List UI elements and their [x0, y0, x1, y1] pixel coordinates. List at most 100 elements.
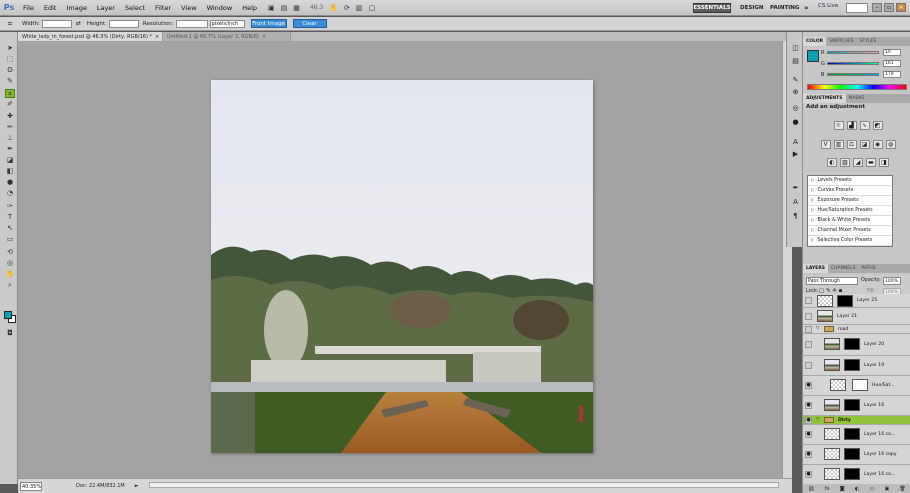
- layer-row-layer-19[interactable]: Layer 19: [803, 356, 910, 376]
- front-image-button[interactable]: Front Image: [250, 19, 287, 28]
- shape-tool-icon[interactable]: ▭: [5, 235, 15, 244]
- lasso-tool-icon[interactable]: ʘ: [5, 66, 15, 75]
- vibrance-icon[interactable]: V: [820, 140, 831, 149]
- curves-icon[interactable]: ∿: [859, 121, 870, 130]
- zoom-tool-icon[interactable]: ⌕: [5, 281, 15, 290]
- cs-live-button[interactable]: CS Live: [818, 3, 838, 9]
- layer-name[interactable]: Layer 16: [864, 403, 884, 408]
- tab-channels[interactable]: CHANNELS: [828, 264, 859, 273]
- levels-icon[interactable]: ▟: [846, 121, 857, 130]
- opacity-input[interactable]: 100%: [883, 277, 901, 285]
- zoom-level-display[interactable]: 46.3: [310, 4, 323, 11]
- history-panel-icon[interactable]: ◫: [791, 44, 800, 53]
- resolution-input[interactable]: [175, 19, 208, 28]
- info-panel-icon[interactable]: ▤: [791, 57, 800, 66]
- tab-styles[interactable]: STYLES: [857, 37, 880, 46]
- status-menu-arrow-icon[interactable]: ►: [135, 483, 139, 489]
- layer-mask-thumbnail[interactable]: [844, 448, 860, 460]
- paragraph-icon[interactable]: ¶: [791, 212, 800, 221]
- width-input[interactable]: [41, 19, 72, 28]
- visibility-toggle-icon[interactable]: [805, 313, 812, 320]
- menu-filter[interactable]: Filter: [150, 4, 176, 12]
- layer-row-layer-25[interactable]: Layer 25: [803, 294, 910, 308]
- visibility-toggle-icon[interactable]: ●: [805, 402, 812, 409]
- arrange-documents-icon[interactable]: ▥: [356, 4, 363, 12]
- brightness-contrast-icon[interactable]: ☼: [833, 121, 844, 130]
- visibility-toggle-icon[interactable]: ●: [805, 431, 812, 438]
- hand-tool-icon[interactable]: ✋: [5, 270, 15, 279]
- preset-curves[interactable]: ▷ Curves Presets: [808, 186, 892, 196]
- document-canvas[interactable]: [211, 80, 593, 453]
- layer-mask-thumbnail[interactable]: [844, 468, 860, 480]
- 3d-orbit-tool-icon[interactable]: ◎: [5, 259, 15, 268]
- layer-style-icon[interactable]: fx: [825, 486, 830, 492]
- visibility-toggle-icon[interactable]: ●: [805, 417, 812, 424]
- swap-icon[interactable]: ⇄: [76, 20, 81, 27]
- layer-name[interactable]: Layer 16 copy: [864, 452, 897, 457]
- mask-panel-icon[interactable]: ●: [791, 118, 800, 127]
- visibility-toggle-icon[interactable]: ●: [805, 471, 812, 478]
- preset-exposure[interactable]: ▷ Exposure Presets: [808, 196, 892, 206]
- layer-group-road[interactable]: ▽ road: [803, 325, 910, 334]
- visibility-toggle-icon[interactable]: [805, 341, 812, 348]
- visibility-toggle-icon[interactable]: ●: [805, 451, 812, 458]
- layer-group-dirty[interactable]: ● ▽ Dirty: [803, 416, 910, 425]
- menu-file[interactable]: File: [18, 4, 39, 12]
- resolution-units-select[interactable]: pixels/inch: [209, 19, 245, 28]
- tool-presets-icon[interactable]: ✒: [791, 184, 800, 193]
- tab-close-icon[interactable]: ×: [262, 34, 266, 40]
- tab-untitled-1[interactable]: Untitled-1 @ 66.7% (Layer 3, RGB/8) ×: [163, 32, 291, 41]
- 3d-rotate-tool-icon[interactable]: ⟲: [5, 248, 15, 257]
- green-slider[interactable]: [827, 62, 879, 65]
- zoom-level-field[interactable]: 40.35%: [20, 481, 42, 491]
- quick-selection-tool-icon[interactable]: ✎: [5, 77, 15, 86]
- maximize-button[interactable]: ▫: [884, 3, 894, 12]
- layer-row-layer-16-copy[interactable]: ● Layer 16 copy: [803, 445, 910, 465]
- tab-adjustments[interactable]: ADJUSTMENTS: [803, 94, 846, 103]
- search-input[interactable]: [846, 3, 868, 13]
- preset-hue-saturation[interactable]: ▷ Hue/Saturation Presets: [808, 206, 892, 216]
- menu-view[interactable]: View: [176, 4, 201, 12]
- bridge-icon[interactable]: ▣: [268, 4, 275, 12]
- new-group-icon[interactable]: ▭: [869, 486, 874, 492]
- delete-layer-icon[interactable]: 🗑: [899, 486, 905, 492]
- hue-saturation-icon[interactable]: ▥: [833, 140, 844, 149]
- mini-bridge-icon[interactable]: ▤: [281, 4, 288, 12]
- tab-paths[interactable]: PATHS: [859, 264, 879, 273]
- navigator-icon[interactable]: ◎: [791, 104, 800, 113]
- tab-white-lady-in-forest[interactable]: White_lady_in_forest.psd @ 46.3% (Dirty,…: [18, 32, 163, 41]
- posterize-icon[interactable]: ▨: [840, 158, 850, 167]
- layer-name[interactable]: Hue/Sat...: [872, 383, 895, 388]
- crop-tool-preset-icon[interactable]: ⌗: [4, 19, 16, 29]
- layer-mask-thumbnail[interactable]: [837, 295, 853, 307]
- view-extras-icon[interactable]: ▦: [293, 4, 300, 12]
- gradient-tool-icon[interactable]: ◧: [5, 167, 15, 176]
- new-adjustment-layer-icon[interactable]: ◐: [855, 486, 859, 492]
- layer-row-layer-16[interactable]: ● Layer 16: [803, 396, 910, 416]
- history-brush-tool-icon[interactable]: ✒: [5, 145, 15, 154]
- path-selection-tool-icon[interactable]: ↖: [5, 224, 15, 233]
- crop-tool-icon[interactable]: ⌗: [5, 89, 15, 98]
- layer-name[interactable]: Layer 16 co...: [864, 472, 895, 477]
- menu-help[interactable]: Help: [237, 4, 262, 12]
- layer-mask-thumbnail[interactable]: [844, 338, 860, 350]
- layer-name[interactable]: Layer 19: [864, 363, 884, 368]
- blue-slider[interactable]: [827, 73, 879, 76]
- layer-row-layer-20[interactable]: Layer 20: [803, 334, 910, 356]
- layer-row-layer-21[interactable]: Layer 21: [803, 308, 910, 325]
- color-spectrum-ramp[interactable]: [807, 84, 907, 90]
- clear-button[interactable]: Clear: [292, 19, 327, 28]
- move-tool-icon[interactable]: ➤: [5, 44, 15, 53]
- menu-image[interactable]: Image: [61, 4, 91, 12]
- menu-select[interactable]: Select: [120, 4, 150, 12]
- dodge-tool-icon[interactable]: ◔: [5, 189, 15, 198]
- menu-edit[interactable]: Edit: [39, 4, 62, 12]
- type-tool-icon[interactable]: T: [5, 213, 15, 222]
- layer-name[interactable]: Layer 21: [837, 314, 857, 319]
- brush-panel-icon[interactable]: ✎: [791, 76, 800, 85]
- layer-mask-thumbnail[interactable]: [844, 428, 860, 440]
- layer-name[interactable]: road: [838, 327, 848, 332]
- layer-mask-thumbnail[interactable]: [844, 399, 860, 411]
- tab-masks[interactable]: MASKS: [846, 94, 868, 103]
- gradient-map-icon[interactable]: ▬: [866, 158, 876, 167]
